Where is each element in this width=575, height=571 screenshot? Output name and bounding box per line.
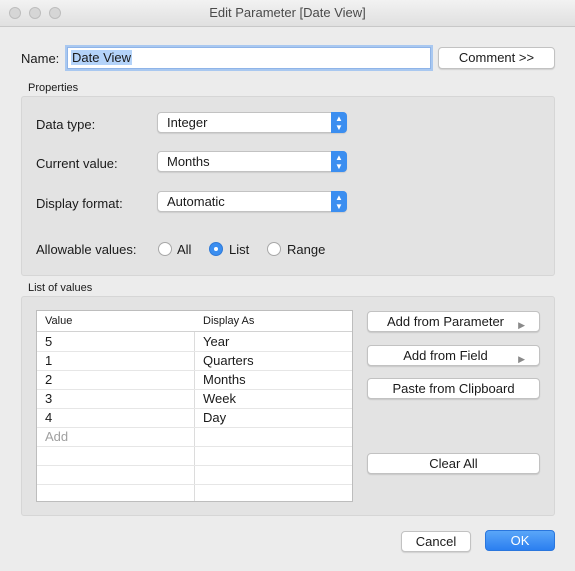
table-row[interactable]: 2 Months [37, 370, 352, 390]
radio-range-label[interactable]: Range [287, 242, 325, 257]
radio-all[interactable] [158, 242, 172, 256]
row-value[interactable]: 4 [45, 410, 52, 425]
right-triangle-icon: ▶ [518, 354, 525, 364]
paste-from-clipboard-button[interactable]: Paste from Clipboard [367, 378, 540, 399]
clear-all-button[interactable]: Clear All [367, 453, 540, 474]
properties-section-label: Properties [28, 82, 79, 94]
table-row-empty [37, 446, 352, 466]
column-header-value[interactable]: Value [45, 315, 72, 327]
add-from-parameter-button[interactable]: Add from Parameter ▶ [367, 311, 540, 332]
zoom-window-icon[interactable] [49, 7, 61, 19]
radio-list[interactable] [209, 242, 223, 256]
values-table[interactable]: Value Display As 5 Year 1 Quarters 2 Mon… [36, 310, 353, 502]
right-triangle-icon: ▶ [518, 320, 525, 330]
data-type-select[interactable]: Integer ▲ ▼ [157, 112, 347, 133]
name-input[interactable]: Date View [67, 47, 431, 69]
current-value-value: Months [167, 154, 210, 169]
display-format-value: Automatic [167, 194, 225, 209]
column-header-display-as[interactable]: Display As [203, 315, 254, 327]
radio-range[interactable] [267, 242, 281, 256]
data-type-label: Data type: [36, 117, 96, 132]
current-value-label: Current value: [36, 156, 118, 171]
close-window-icon[interactable] [9, 7, 21, 19]
add-from-parameter-label: Add from Parameter [386, 314, 505, 329]
updown-chevron-icon: ▲ ▼ [331, 112, 347, 133]
table-header: Value Display As [37, 311, 352, 332]
table-row-add[interactable]: Add [37, 427, 352, 447]
row-value[interactable]: 3 [45, 391, 52, 406]
row-display[interactable]: Quarters [203, 353, 254, 368]
minimize-window-icon[interactable] [29, 7, 41, 19]
row-value[interactable]: 1 [45, 353, 52, 368]
list-of-values-section-label: List of values [28, 282, 93, 294]
allowable-values-label: Allowable values: [36, 242, 137, 257]
row-display[interactable]: Year [203, 334, 229, 349]
cancel-button[interactable]: Cancel [401, 531, 471, 552]
updown-chevron-icon: ▲ ▼ [331, 191, 347, 212]
row-value[interactable]: 2 [45, 372, 52, 387]
row-value[interactable]: 5 [45, 334, 52, 349]
table-row-empty [37, 484, 352, 501]
table-row[interactable]: 4 Day [37, 408, 352, 428]
comment-button[interactable]: Comment >> [438, 47, 555, 69]
radio-list-label[interactable]: List [229, 242, 249, 257]
window-title: Edit Parameter [Date View] [209, 5, 366, 20]
updown-chevron-icon: ▲ ▼ [331, 151, 347, 172]
table-row[interactable]: 3 Week [37, 389, 352, 409]
add-placeholder[interactable]: Add [45, 429, 68, 444]
current-value-select[interactable]: Months ▲ ▼ [157, 151, 347, 172]
display-format-label: Display format: [36, 196, 123, 211]
table-row[interactable]: 5 Year [37, 332, 352, 352]
display-format-select[interactable]: Automatic ▲ ▼ [157, 191, 347, 212]
row-display[interactable]: Months [203, 372, 246, 387]
add-from-field-label: Add from Field [403, 348, 488, 363]
table-row-empty [37, 465, 352, 485]
add-from-field-button[interactable]: Add from Field ▶ [367, 345, 540, 366]
name-label: Name: [21, 51, 60, 66]
row-display[interactable]: Day [203, 410, 226, 425]
ok-button[interactable]: OK [485, 530, 555, 551]
data-type-value: Integer [167, 115, 208, 130]
title-bar: Edit Parameter [Date View] [0, 0, 575, 27]
table-row[interactable]: 1 Quarters [37, 351, 352, 371]
radio-all-label[interactable]: All [177, 242, 191, 257]
row-display[interactable]: Week [203, 391, 236, 406]
name-input-value: Date View [71, 50, 133, 65]
